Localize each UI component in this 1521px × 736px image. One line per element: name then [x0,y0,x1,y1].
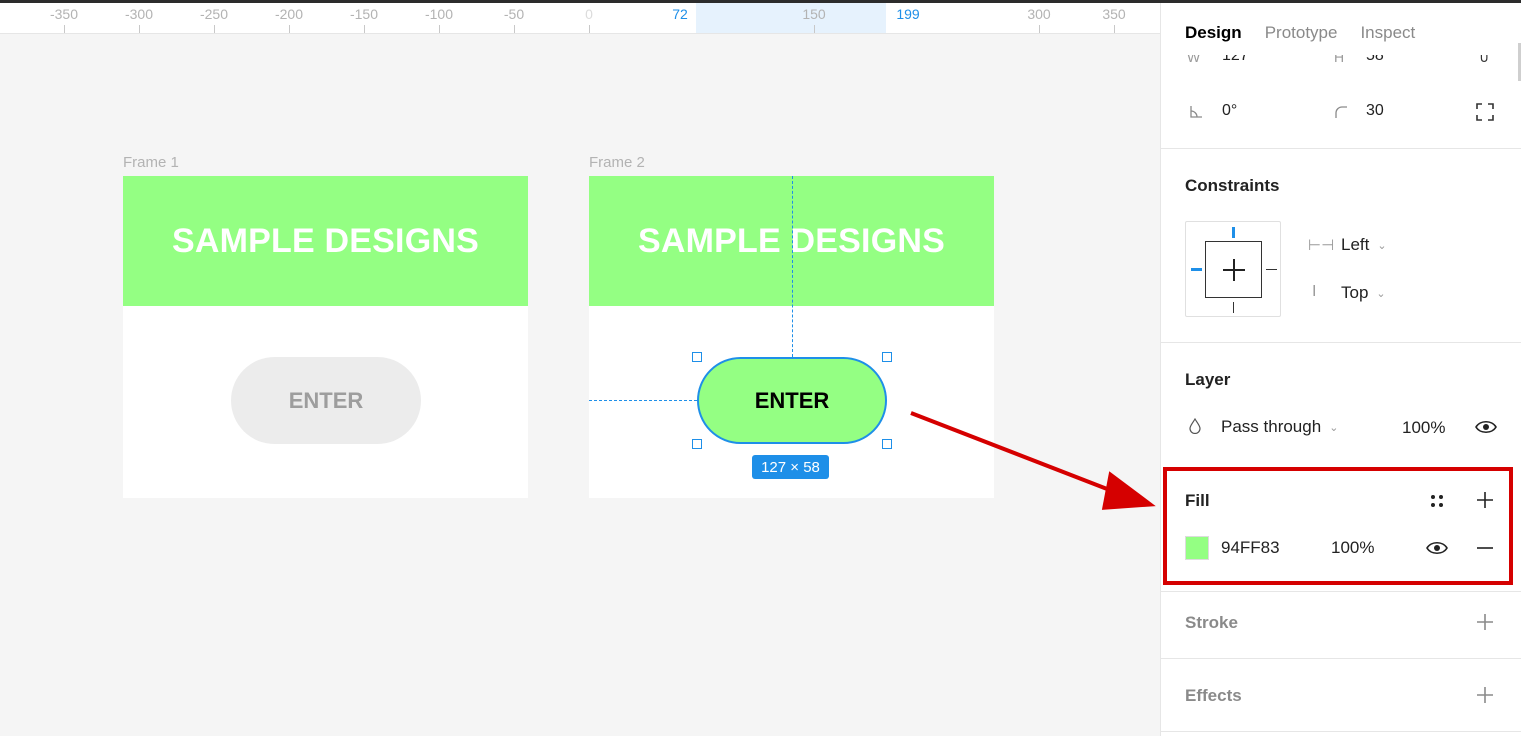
rotation-icon [1190,106,1202,118]
ruler-tick: -50 [503,6,525,22]
ruler-tick: 300 [1027,6,1051,22]
frame-2-enter-button-selected[interactable]: ENTER [697,357,887,444]
vertical-constraint-value: Top [1341,283,1369,302]
resize-handle-top-right[interactable] [882,352,892,362]
tab-inspect[interactable]: Inspect [1360,23,1415,43]
layer-title: Layer [1185,370,1231,389]
constraints-title: Constraints [1185,176,1280,195]
vertical-constraint-dropdown[interactable]: Top ⌄ [1341,283,1386,303]
corner-radius-field[interactable]: 30 [1366,102,1384,120]
add-fill-icon[interactable] [1476,491,1494,509]
ruler-tick: -200 [274,6,304,22]
fill-color-swatch[interactable] [1185,536,1209,560]
rotation-field[interactable]: 0° [1222,102,1237,120]
constraint-bottom-line[interactable] [1233,302,1234,313]
chevron-down-icon: ⌄ [1376,287,1386,300]
add-effect-icon[interactable] [1476,686,1494,704]
remove-fill-icon[interactable] [1476,539,1494,557]
ruler-tick-selected: 72 [672,6,688,22]
horizontal-constraint-dropdown[interactable]: Left ⌄ [1341,235,1387,255]
horizontal-constraint-icon: ⊢⊣ [1308,237,1335,254]
ruler-selection-range [696,3,886,33]
stroke-title: Stroke [1185,613,1238,632]
independent-corners-icon[interactable] [1476,103,1494,121]
divider [1161,342,1521,343]
divider [1161,731,1521,732]
blend-mode-dropdown[interactable]: Pass through ⌄ [1221,417,1338,437]
ruler-tick: -300 [124,6,154,22]
design-canvas[interactable]: Frame 1 SAMPLE DESIGNS ENTER Frame 2 SAM… [0,34,1160,736]
height-label: H [1334,55,1345,65]
frame-1[interactable]: SAMPLE DESIGNS ENTER [123,176,528,498]
red-arrow-annotation [910,411,1156,510]
eye-icon[interactable] [1475,419,1497,435]
style-grid-icon[interactable] [1429,493,1445,509]
resize-handle-bottom-right[interactable] [882,439,892,449]
ruler-tick: 350 [1102,6,1126,22]
ruler-tick: -150 [349,6,379,22]
horizontal-ruler: -350 -300 -250 -200 -150 -100 -50 0 72 1… [0,3,1160,34]
properties-panel: Design Prototype Inspect W 127 H 58 ∪ 0°… [1160,3,1521,736]
frame-1-banner-text: SAMPLE DESIGNS [172,221,479,260]
blend-mode-icon [1189,418,1201,434]
resize-handle-top-left[interactable] [692,352,702,362]
eye-icon[interactable] [1426,540,1448,556]
ruler-tick-selected: 199 [896,6,920,22]
constrain-proportions-icon[interactable]: ∪ [1479,55,1489,66]
frame-2-label[interactable]: Frame 2 [589,154,645,171]
tab-prototype[interactable]: Prototype [1265,23,1338,43]
height-field[interactable]: 58 [1366,55,1384,65]
tab-design[interactable]: Design [1185,23,1242,43]
frame-2-enter-label: ENTER [754,387,830,413]
divider [1161,658,1521,659]
width-field[interactable]: 127 [1222,55,1249,65]
effects-title: Effects [1185,686,1242,705]
fill-title: Fill [1185,491,1210,510]
corner-radius-icon [1335,106,1347,118]
layer-opacity-field[interactable]: 100% [1402,418,1445,438]
selection-size-badge: 127 × 58 [752,455,829,479]
divider [1161,148,1521,149]
chevron-down-icon: ⌄ [1377,239,1387,252]
fill-opacity-field[interactable]: 100% [1331,538,1374,558]
chevron-down-icon: ⌄ [1329,421,1339,434]
blend-mode-value: Pass through [1221,417,1322,436]
vertical-measure-guide [792,176,793,357]
constraint-right-line[interactable] [1266,269,1277,270]
ruler-tick: 150 [802,6,826,22]
ruler-tick: -250 [199,6,229,22]
dimensions-row: W 127 H 58 ∪ [1161,55,1521,75]
ruler-tick: -350 [49,6,79,22]
ruler-tick: -100 [424,6,454,22]
panel-tabs: Design Prototype Inspect [1185,23,1415,43]
add-stroke-icon[interactable] [1476,613,1494,631]
frame-1-banner[interactable]: SAMPLE DESIGNS [123,176,528,306]
constraint-top-line[interactable] [1232,227,1235,238]
frame-1-enter-label: ENTER [288,387,364,413]
width-label: W [1187,55,1201,65]
constraints-widget[interactable] [1185,221,1281,317]
fill-section-highlight [1163,467,1513,585]
constraints-inner-box [1205,241,1262,298]
fill-hex-field[interactable]: 94FF83 [1221,538,1280,558]
frame-1-enter-button[interactable]: ENTER [231,357,421,444]
vertical-constraint-icon: I [1312,283,1317,300]
resize-handle-bottom-left[interactable] [692,439,702,449]
ruler-tick: 0 [585,6,593,22]
horizontal-measure-guide [589,400,697,401]
horizontal-constraint-value: Left [1341,235,1370,254]
frame-1-label[interactable]: Frame 1 [123,154,179,171]
constraint-left-line[interactable] [1191,268,1202,271]
divider [1161,591,1521,592]
